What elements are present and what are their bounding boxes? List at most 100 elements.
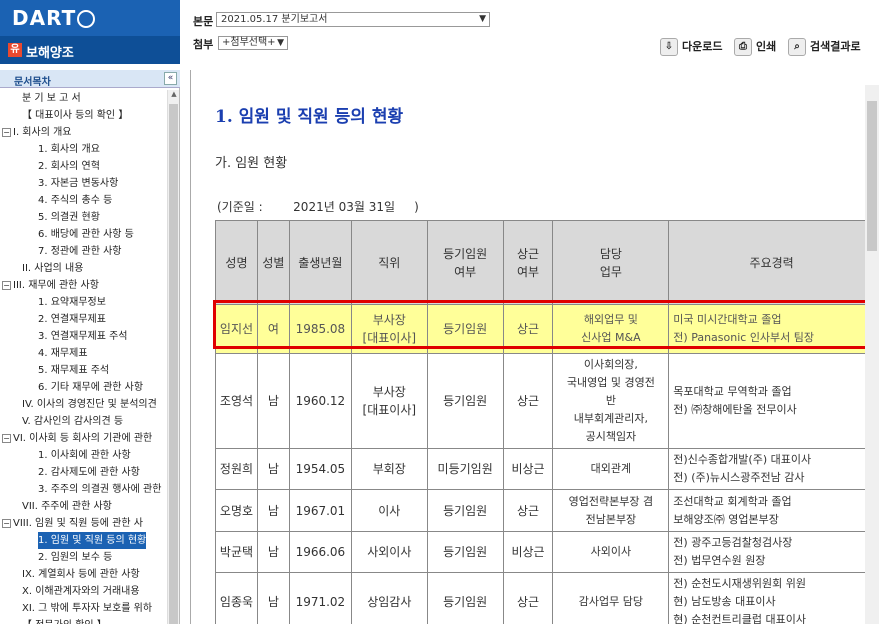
table-body: 임지선 여 1985.08 부사장 [대표이사] 등기임원 상근 해외업무 및 신사업 M&A 미… [215,304,867,624]
sidebar-scrollbar[interactable]: ▲ [167,90,179,624]
dart-logo[interactable]: DART [12,6,96,30]
toc-item-label: VII. 주주에 관한 사항 [22,501,112,512]
cell-career: 목포대학교 무역학과 졸업 전) ㈜창해에탄올 전무이사 [668,353,867,449]
cell-position: 상임감사 [350,572,428,624]
toc-item[interactable]: 2. 회사의 연혁 [38,158,100,175]
toc-item[interactable]: XI. 그 밖에 투자자 보호를 위하 [22,600,152,617]
cell-registered: 미등기임원 [426,448,504,490]
collapse-toggle-icon[interactable]: − [2,281,11,290]
toc-item[interactable]: 3. 자본금 변동사항 [38,175,118,192]
toc-item[interactable]: 【 전문가의 확인 】 [22,617,107,624]
toc-item[interactable]: 5. 의결권 현황 [38,209,100,226]
attach-select[interactable]: +첨부선택+ ▼ [218,36,288,50]
document-content: 1. 임원 및 직원 등의 현황 가. 임원 현황 (기준일 : 2021년 0… [197,70,867,624]
cell-name: 정원희 [215,448,258,490]
download-label: 다운로드 [682,40,723,53]
toc-item[interactable]: 1. 요약재무정보 [38,294,106,311]
cell-birth: 1954.05 [288,448,352,490]
cell-registered: 등기임원 [426,572,504,624]
cell-registered: 등기임원 [426,531,504,573]
toc-item[interactable]: VII. 주주에 관한 사항 [22,498,112,515]
toc-item-label: 5. 의결권 현황 [38,212,100,223]
toc-item-label: 2. 임원의 보수 등 [38,552,113,563]
collapse-toggle-icon[interactable]: − [2,434,11,443]
cell-name: 오명호 [215,489,258,532]
cell-name: 조영석 [215,353,258,449]
toc-item[interactable]: 분 기 보 고 서 [22,90,81,107]
toc-item[interactable]: 1. 회사의 개요 [38,141,100,158]
main-scroll-thumb[interactable] [867,101,877,251]
search-result-button[interactable]: ⌕ 검색결과로 [788,38,861,56]
collapse-toggle-icon[interactable]: − [2,519,11,528]
print-button[interactable]: ⎙ 인쇄 [734,38,776,56]
print-label: 인쇄 [756,40,777,53]
toc-item[interactable]: V. 감사인의 감사의견 등 [22,413,123,430]
sidebar-scroll-thumb[interactable] [169,104,178,624]
toc-item[interactable]: 3. 주주의 의결권 행사에 관한 [38,481,161,498]
column-header: 출생년월 [288,220,352,305]
toc-item[interactable]: 3. 연결재무제표 주석 [38,328,128,345]
cell-gender: 남 [256,489,290,532]
header: DART 유 보해양조 본문 2021.05.17 분기보고서 ▼ 첨부 +첨부… [0,0,879,64]
main-scrollbar[interactable] [865,85,879,624]
column-header: 담당 업무 [552,220,670,305]
toc-item[interactable]: 4. 주식의 총수 등 [38,192,112,209]
cell-birth: 1960.12 [288,353,352,449]
cell-fulltime: 상근 [502,353,554,449]
scroll-up-icon[interactable]: ▲ [169,90,179,102]
column-header: 주요경력 [668,220,867,305]
toc-item[interactable]: − III. 재무에 관한 사항 [2,277,99,294]
toc-item-label: 5. 재무제표 주석 [38,365,110,376]
cell-birth: 1966.06 [288,531,352,573]
toc-item[interactable]: 6. 기타 재무에 관한 사항 [38,379,143,396]
table-row: 박균택 남 1966.06 사외이사 등기임원 비상근 사외이사 전) 광주고등검찰청검사장 전… [215,531,867,573]
toc-item-label: 2. 회사의 연혁 [38,161,100,172]
search-result-label: 검색결과로 [810,40,861,53]
collapse-toggle-icon[interactable]: − [2,128,11,137]
toc-item[interactable]: 6. 배당에 관한 사항 등 [38,226,134,243]
toc-item[interactable]: 2. 감사제도에 관한 사항 [38,464,140,481]
sidebar-title-bar: 문서목차 « [0,70,180,88]
toc-item[interactable]: 2. 연결재무제표 [38,311,106,328]
toc-item-label: 1. 임원 및 직원 등의 현황 [38,535,147,546]
cell-position: 이사 [350,489,428,532]
toc-item-label: 분 기 보 고 서 [22,93,81,104]
toc-item[interactable]: II. 사업의 내용 [22,260,83,277]
toc-item[interactable]: X. 이해관계자와의 거래내용 [22,583,140,600]
doc-label: 본문 [193,15,214,28]
toc-item[interactable]: 5. 재무제표 주석 [38,362,109,379]
document-view: 1. 임원 및 직원 등의 현황 가. 임원 현황 (기준일 : 2021년 0… [190,70,879,624]
cell-position: 부회장 [350,448,428,490]
cell-registered: 등기임원 [426,353,504,449]
toc-item-label: 【 전문가의 확인 】 [22,620,107,624]
cell-fulltime: 상근 [502,572,554,624]
company-name[interactable]: 보해양조 [26,42,74,61]
toc-item[interactable]: 【 대표이사 등의 확인 】 [22,107,128,124]
toc-item-label: II. 사업의 내용 [22,263,84,274]
sidebar: 문서목차 « 분 기 보 고 서 【 대표이사 등의 확인 】 − I. 회사의 개요… [0,70,180,624]
toc-item[interactable]: − VI. 이사회 등 회사의 기관에 관한 [2,430,152,447]
toc-item[interactable]: − I. 회사의 개요 [2,124,72,141]
toc-item[interactable]: − VIII. 임원 및 직원 등에 관한 사 [2,515,143,532]
cell-fulltime: 상근 [502,489,554,532]
toc-item[interactable]: 1. 이사회에 관한 사항 [38,447,131,464]
collapse-sidebar-button[interactable]: « [164,72,177,85]
doc-select[interactable]: 2021.05.17 분기보고서 ▼ [216,12,490,27]
company-icon: 유 [8,43,22,57]
cell-gender: 남 [256,448,290,490]
toc-item[interactable]: 2. 임원의 보수 등 [38,549,112,566]
section-subtitle: 가. 임원 현황 [215,156,288,171]
toc-item-label: X. 이해관계자와의 거래내용 [22,586,140,597]
company-bar: 유 보해양조 [0,36,180,64]
doc-select-value: 2021.05.17 분기보고서 [221,14,328,25]
toc-item[interactable]: IX. 계열회사 등에 관한 사항 [22,566,140,583]
toc-item[interactable]: 7. 정관에 관한 사항 [38,243,121,260]
toc-item[interactable]: 1. 임원 및 직원 등의 현황 [38,532,147,549]
column-header: 성별 [256,220,290,305]
table-row: 조영석 남 1960.12 부사장 [대표이사] 등기임원 상근 이사회의장, 국내영업 및 경… [215,353,867,449]
toc-item-label: 3. 주주의 의결권 행사에 관한 [38,484,162,495]
toc-item[interactable]: 4. 재무제표 [38,345,88,362]
toc-item-label: IX. 계열회사 등에 관한 사항 [22,569,140,580]
download-button[interactable]: ⇩ 다운로드 [660,38,722,56]
toc-item[interactable]: IV. 이사의 경영진단 및 분석의견 [22,396,157,413]
